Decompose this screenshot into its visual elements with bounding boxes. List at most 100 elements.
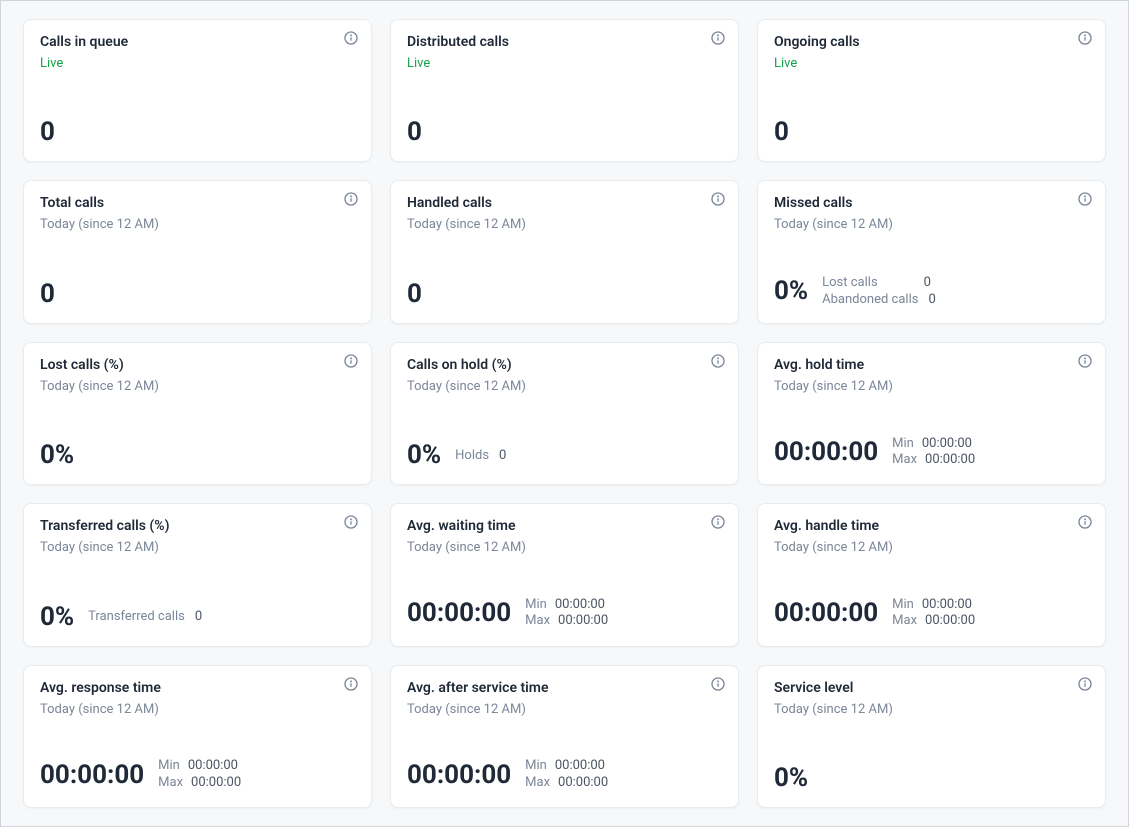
min-label: Min <box>525 597 547 613</box>
period-label: Today (since 12 AM) <box>774 702 1089 717</box>
card-title: Calls in queue <box>40 34 355 50</box>
period-label: Today (since 12 AM) <box>774 379 1089 394</box>
info-icon[interactable] <box>343 676 359 692</box>
metric-value: 00:00:00 <box>774 439 878 465</box>
period-label: Today (since 12 AM) <box>407 702 722 717</box>
metric-value: 0 <box>407 281 422 307</box>
card-title: Avg. response time <box>40 680 355 696</box>
period-label: Today (since 12 AM) <box>774 540 1089 555</box>
info-icon[interactable] <box>710 514 726 530</box>
period-label: Today (since 12 AM) <box>774 217 1089 232</box>
card-title: Distributed calls <box>407 34 722 50</box>
info-icon[interactable] <box>1077 191 1093 207</box>
info-icon[interactable] <box>343 353 359 369</box>
min-max-block: Min 00:00:00 Max 00:00:00 <box>158 758 241 791</box>
min-label: Min <box>525 758 547 774</box>
min-value: 00:00:00 <box>555 758 605 774</box>
min-value: 00:00:00 <box>188 758 238 774</box>
live-badge: Live <box>407 56 722 71</box>
info-icon[interactable] <box>343 514 359 530</box>
info-icon[interactable] <box>710 353 726 369</box>
card-calls-on-hold-pct: Calls on hold (%) Today (since 12 AM) 0%… <box>390 342 739 485</box>
max-label: Max <box>158 775 183 791</box>
live-badge: Live <box>40 56 355 71</box>
card-calls-in-queue: Calls in queue Live 0 <box>23 19 372 162</box>
info-icon[interactable] <box>1077 30 1093 46</box>
info-icon[interactable] <box>710 191 726 207</box>
card-title: Avg. after service time <box>407 680 722 696</box>
card-avg-after-service-time: Avg. after service time Today (since 12 … <box>390 665 739 808</box>
card-distributed-calls: Distributed calls Live 0 <box>390 19 739 162</box>
metric-value: 0% <box>774 765 808 791</box>
lost-calls-label: Lost calls <box>822 275 878 290</box>
period-label: Today (since 12 AM) <box>407 540 722 555</box>
transferred-label: Transferred calls <box>88 609 185 624</box>
info-icon[interactable] <box>710 676 726 692</box>
card-service-level: Service level Today (since 12 AM) 0% <box>757 665 1106 808</box>
metric-extras: Holds 0 <box>455 448 513 463</box>
transferred-value: 0 <box>195 609 209 624</box>
lost-calls-value: 0 <box>924 275 938 290</box>
metric-value: 0 <box>40 281 55 307</box>
period-label: Today (since 12 AM) <box>40 702 355 717</box>
card-title: Total calls <box>40 195 355 211</box>
holds-label: Holds <box>455 448 489 463</box>
abandoned-calls-value: 0 <box>928 292 942 307</box>
max-value: 00:00:00 <box>558 613 608 629</box>
card-title: Avg. hold time <box>774 357 1089 373</box>
min-label: Min <box>892 436 914 452</box>
max-value: 00:00:00 <box>191 775 241 791</box>
period-label: Today (since 12 AM) <box>40 540 355 555</box>
metrics-grid: Calls in queue Live 0 Distributed calls … <box>23 19 1106 808</box>
max-value: 00:00:00 <box>925 613 975 629</box>
card-ongoing-calls: Ongoing calls Live 0 <box>757 19 1106 162</box>
min-max-block: Min 00:00:00 Max 00:00:00 <box>525 597 608 630</box>
metric-extras: Transferred calls 0 <box>88 609 209 624</box>
min-value: 00:00:00 <box>555 597 605 613</box>
abandoned-calls-label: Abandoned calls <box>822 292 918 307</box>
period-label: Today (since 12 AM) <box>40 217 355 232</box>
metric-value: 0% <box>40 442 74 468</box>
max-value: 00:00:00 <box>925 452 975 468</box>
min-label: Min <box>892 597 914 613</box>
card-title: Transferred calls (%) <box>40 518 355 534</box>
period-label: Today (since 12 AM) <box>407 379 722 394</box>
card-title: Missed calls <box>774 195 1089 211</box>
card-title: Lost calls (%) <box>40 357 355 373</box>
min-max-block: Min00:00:00 Max00:00:00 <box>892 597 975 630</box>
dashboard-page: Calls in queue Live 0 Distributed calls … <box>0 0 1129 827</box>
metric-value: 00:00:00 <box>40 762 144 788</box>
metric-value: 00:00:00 <box>774 600 878 626</box>
min-max-block: Min00:00:00 Max00:00:00 <box>525 758 608 791</box>
card-title: Avg. handle time <box>774 518 1089 534</box>
card-avg-handle-time: Avg. handle time Today (since 12 AM) 00:… <box>757 503 1106 646</box>
min-label: Min <box>158 758 180 774</box>
info-icon[interactable] <box>1077 353 1093 369</box>
metric-value: 0 <box>40 119 55 145</box>
info-icon[interactable] <box>1077 676 1093 692</box>
period-label: Today (since 12 AM) <box>407 217 722 232</box>
metric-value: 0% <box>407 442 441 468</box>
metric-extras: Lost calls 0 Abandoned calls 0 <box>822 275 942 307</box>
card-title: Ongoing calls <box>774 34 1089 50</box>
card-avg-hold-time: Avg. hold time Today (since 12 AM) 00:00… <box>757 342 1106 485</box>
metric-value: 0% <box>774 278 808 304</box>
card-lost-calls-pct: Lost calls (%) Today (since 12 AM) 0% <box>23 342 372 485</box>
metric-value: 0 <box>774 119 789 145</box>
card-title: Calls on hold (%) <box>407 357 722 373</box>
holds-value: 0 <box>499 448 513 463</box>
info-icon[interactable] <box>710 30 726 46</box>
max-value: 00:00:00 <box>558 775 608 791</box>
info-icon[interactable] <box>343 30 359 46</box>
max-label: Max <box>892 613 917 629</box>
info-icon[interactable] <box>1077 514 1093 530</box>
max-label: Max <box>525 613 550 629</box>
card-transferred-pct: Transferred calls (%) Today (since 12 AM… <box>23 503 372 646</box>
metric-value: 00:00:00 <box>407 600 511 626</box>
min-value: 00:00:00 <box>922 436 972 452</box>
card-title: Service level <box>774 680 1089 696</box>
metric-value: 0 <box>407 119 422 145</box>
info-icon[interactable] <box>343 191 359 207</box>
period-label: Today (since 12 AM) <box>40 379 355 394</box>
card-title: Handled calls <box>407 195 722 211</box>
